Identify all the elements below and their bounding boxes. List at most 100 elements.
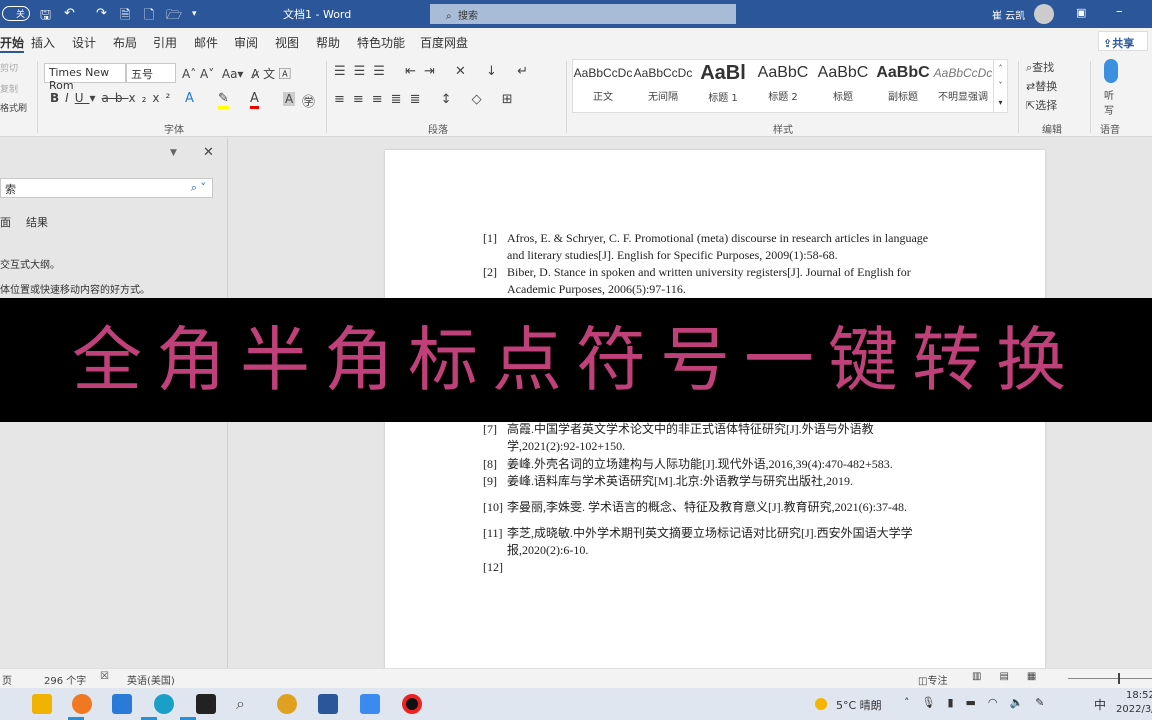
save-icon[interactable]: 🖫 bbox=[40, 6, 51, 28]
reference-item: [10] 李曼丽,李姝雯. 学术语言的概念、特征及教育意义[J].教育研究,202… bbox=[483, 499, 945, 516]
tab-insert[interactable]: 插入 bbox=[31, 34, 55, 51]
list-buttons[interactable]: ☰☰☰ ⇤⇥ ✕ ↓ ↵ bbox=[334, 64, 536, 79]
tab-baidu-netdisk[interactable]: 百度网盘 bbox=[420, 34, 468, 51]
tab-design[interactable]: 设计 bbox=[72, 34, 96, 51]
style-normal[interactable]: AaBbCcDc 正文 bbox=[573, 66, 633, 103]
tray-icons[interactable]: ˄🎙▮▬◠🔈✎ bbox=[904, 696, 1056, 709]
nav-search-placeholder: 索 bbox=[5, 183, 16, 196]
tab-view[interactable]: 视图 bbox=[275, 34, 299, 51]
app-icon[interactable] bbox=[196, 694, 216, 714]
word-count[interactable]: 296 个字 bbox=[44, 672, 86, 687]
clock-date[interactable]: 2022/3/ bbox=[1116, 704, 1152, 715]
text-effects-icon[interactable]: A bbox=[185, 91, 194, 106]
search-icon: ⌕ bbox=[446, 11, 452, 22]
ribbon: 剪切 复制 格式刷 Times New Rom 五号 A˄ A˅ Aa▾ A̷ … bbox=[0, 55, 1152, 137]
dictate-button[interactable]: 听写 bbox=[1104, 87, 1118, 117]
status-bar: 页 296 个字 ☒ 英语(美国) ◫专注 ▥▤▦ bbox=[0, 668, 1152, 688]
word-icon[interactable] bbox=[318, 694, 338, 714]
style-sample: AaBbCcDc bbox=[633, 66, 693, 80]
styles-scroll[interactable]: ˄ ˅ ▾ bbox=[993, 60, 1007, 112]
search-box[interactable]: ⌕ 搜索 bbox=[430, 4, 736, 24]
zoom-slider[interactable] bbox=[1068, 678, 1152, 679]
chrome-icon[interactable] bbox=[277, 694, 297, 714]
enclose-char-icon[interactable]: ㊫ bbox=[302, 91, 315, 110]
style-heading-1[interactable]: AaBl 标题 1 bbox=[693, 62, 753, 104]
customize-toolbar-icon[interactable]: ▾ bbox=[192, 9, 197, 19]
style-label: 无间隔 bbox=[648, 92, 678, 103]
tab-special-features[interactable]: 特色功能 bbox=[357, 34, 405, 51]
minimize-icon[interactable]: – bbox=[1116, 4, 1123, 19]
avatar[interactable] bbox=[1034, 4, 1054, 24]
style-subtitle[interactable]: AaBbC 副标题 bbox=[873, 64, 933, 103]
style-no-spacing[interactable]: AaBbCcDc 无间隔 bbox=[633, 66, 693, 103]
align-buttons[interactable]: ≡≡≡≣≣ ↕ ◇ ⊞ bbox=[334, 92, 521, 107]
reference-text: 姜峰.语料库与学术英语研究[M].北京:外语教学与研究出版社,2019. bbox=[507, 474, 853, 488]
feishu-icon[interactable] bbox=[360, 694, 380, 714]
autosave-state: 关 bbox=[16, 10, 26, 20]
proofing-icon[interactable]: ☒ bbox=[100, 671, 109, 682]
microphone-icon[interactable] bbox=[1104, 59, 1118, 83]
edge-icon[interactable] bbox=[154, 694, 174, 714]
nav-search-input[interactable]: 索 ⌕ ˅ bbox=[0, 178, 213, 198]
title-bar: 关 🖫 ↶ ↷ 🗎 🗋 🗁 ▾ 文档1 - Word ⌕ 搜索 崔 云凯 ▣ – bbox=[0, 0, 1152, 28]
pane-options-icon[interactable]: ▼ bbox=[170, 148, 177, 158]
zoom-slider-thumb[interactable] bbox=[1118, 673, 1120, 684]
nav-tab-pages[interactable]: 面 bbox=[0, 214, 11, 230]
copy-button[interactable]: 复制 bbox=[0, 82, 18, 95]
ribbon-display-icon[interactable]: ▣ bbox=[1076, 6, 1086, 19]
style-sample: AaBbCcDc bbox=[573, 66, 633, 80]
language-indicator[interactable]: 英语(美国) bbox=[127, 672, 175, 687]
clock-time[interactable]: 18:52 bbox=[1126, 690, 1152, 701]
page-count[interactable]: 页 bbox=[2, 672, 12, 687]
replace-button[interactable]: ⇄替换 bbox=[1026, 78, 1057, 94]
ribbon-tabs: 开始 插入 设计 布局 引用 邮件 审阅 视图 帮助 特色功能 百度网盘 ⇪共享 bbox=[0, 28, 1152, 55]
print-preview-icon[interactable]: 🗎 bbox=[120, 6, 130, 28]
tab-review[interactable]: 审阅 bbox=[234, 34, 258, 51]
magnifier-icon[interactable]: ⌕ bbox=[236, 694, 256, 714]
font-name-select[interactable]: Times New Rom bbox=[44, 63, 126, 92]
share-button[interactable]: ⇪共享 bbox=[1098, 31, 1148, 51]
tab-layout[interactable]: 布局 bbox=[113, 34, 137, 51]
style-title[interactable]: AaBbC 标题 bbox=[813, 64, 873, 103]
tab-mailings[interactable]: 邮件 bbox=[194, 34, 218, 51]
open-folder-icon[interactable]: 🗁 bbox=[166, 6, 182, 28]
new-document-icon[interactable]: 🗋 bbox=[144, 6, 154, 28]
window-title: 文档1 - Word bbox=[283, 8, 352, 21]
search-app-icon[interactable] bbox=[72, 694, 92, 714]
reference-number: [9] bbox=[483, 474, 497, 488]
weather-icon bbox=[815, 698, 827, 710]
tab-help[interactable]: 帮助 bbox=[316, 34, 340, 51]
format-painter-button[interactable]: 格式刷 bbox=[0, 101, 27, 114]
font-group-label: 字体 bbox=[164, 125, 184, 136]
style-heading-2[interactable]: AaBbC 标题 2 bbox=[753, 64, 813, 103]
close-icon[interactable]: ✕ bbox=[203, 145, 214, 160]
cut-button[interactable]: 剪切 bbox=[0, 61, 18, 74]
char-shading-icon[interactable]: A bbox=[283, 92, 296, 106]
tab-references[interactable]: 引用 bbox=[153, 34, 177, 51]
find-button[interactable]: ⌕查找 bbox=[1026, 59, 1054, 75]
focus-button[interactable]: ◫专注 bbox=[918, 672, 947, 687]
view-buttons[interactable]: ▥▤▦ bbox=[972, 671, 1054, 682]
reference-number: [11] bbox=[483, 526, 503, 540]
file-explorer-icon[interactable] bbox=[32, 694, 52, 714]
select-button[interactable]: ⇱选择 bbox=[1026, 97, 1057, 113]
font-format-buttons[interactable]: BIU▾abx₂x² bbox=[50, 91, 176, 105]
highlight-icon[interactable]: ✎ bbox=[218, 91, 229, 109]
redo-icon[interactable]: ↷ bbox=[96, 6, 107, 21]
weather-text[interactable]: 5°C 晴朗 bbox=[836, 697, 882, 713]
nav-tab-results[interactable]: 结果 bbox=[26, 214, 48, 230]
recorder-icon[interactable] bbox=[402, 694, 422, 714]
font-color-icon[interactable]: A bbox=[250, 91, 259, 109]
vscode-icon[interactable] bbox=[112, 694, 132, 714]
style-label: 标题 2 bbox=[768, 92, 798, 103]
ime-indicator[interactable]: 中 bbox=[1094, 696, 1106, 713]
font-size-select[interactable]: 五号 bbox=[126, 63, 176, 83]
autosave-toggle[interactable]: 关 bbox=[2, 6, 30, 21]
overlay-banner: 全角半角标点符号一键转换 bbox=[0, 298, 1152, 422]
tab-home[interactable]: 开始 bbox=[0, 34, 25, 53]
style-subtle-emphasis[interactable]: AaBbCcDc 不明显强调 bbox=[933, 66, 993, 103]
reference-number: [10] bbox=[483, 500, 503, 514]
undo-icon[interactable]: ↶ bbox=[64, 6, 75, 21]
style-sample: AaBl bbox=[700, 62, 746, 84]
grow-font-icon[interactable]: A˄ A˅ Aa▾ A̷ 文 🄰 bbox=[182, 65, 291, 82]
